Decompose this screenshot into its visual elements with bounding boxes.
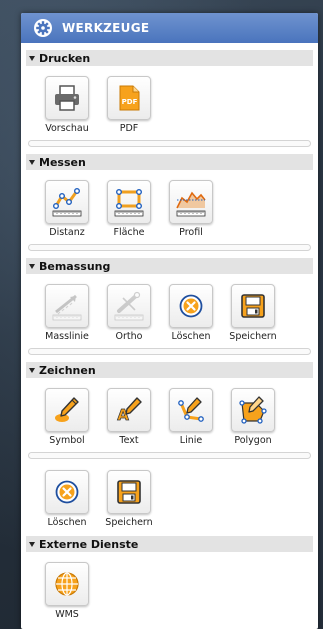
- section-header-messen[interactable]: Messen: [26, 154, 313, 170]
- area-icon: [114, 189, 144, 217]
- wms-button[interactable]: [45, 562, 89, 606]
- save-icon: [117, 480, 141, 504]
- tool-wms[interactable]: WMS: [36, 552, 98, 620]
- tool-label: Speichern: [105, 517, 153, 528]
- section-header-drucken[interactable]: Drucken: [26, 50, 313, 66]
- text-icon: A: [117, 397, 142, 424]
- symbol-button[interactable]: [45, 388, 89, 432]
- distanz-button[interactable]: [45, 180, 89, 224]
- section-divider: [28, 348, 311, 355]
- tool-label: Fläche: [113, 227, 145, 238]
- tool-label: Polygon: [234, 435, 272, 446]
- symbol-icon: [55, 397, 79, 422]
- tool-label: Ortho: [115, 331, 143, 342]
- linie-button[interactable]: [169, 388, 213, 432]
- speichern-button[interactable]: [107, 470, 151, 514]
- masslinie-button[interactable]: [45, 284, 89, 328]
- flaeche-button[interactable]: [107, 180, 151, 224]
- collapse-triangle-icon: [29, 263, 35, 269]
- delete-icon: [55, 480, 79, 504]
- collapse-triangle-icon: [29, 159, 35, 165]
- collapse-triangle-icon: [29, 55, 35, 61]
- section-divider: [28, 452, 311, 459]
- polygon-icon: [239, 396, 267, 424]
- tool-label: Distanz: [49, 227, 85, 238]
- profil-button[interactable]: [169, 180, 213, 224]
- tool-label: Speichern: [229, 331, 277, 342]
- tool-speichern[interactable]: Speichern: [222, 274, 284, 342]
- globe-icon: [55, 572, 79, 596]
- tool-label: PDF: [119, 123, 139, 134]
- section-header-externe-dienste[interactable]: Externe Dienste: [26, 536, 313, 552]
- section-header-bemassung[interactable]: Bemassung: [26, 258, 313, 274]
- tool-vorschau[interactable]: Vorschau: [36, 66, 98, 134]
- tool-label: Löschen: [47, 517, 87, 528]
- tool-masslinie[interactable]: Masslinie: [36, 274, 98, 342]
- ortho-button[interactable]: [107, 284, 151, 328]
- gear-icon: [33, 18, 53, 38]
- tool-text[interactable]: A Text: [98, 378, 160, 446]
- tool-loeschen-zeichnen[interactable]: Löschen: [36, 460, 98, 528]
- collapse-triangle-icon: [29, 541, 35, 547]
- loeschen-button[interactable]: [45, 470, 89, 514]
- tool-pdf[interactable]: PDF PDF: [98, 66, 160, 134]
- tool-symbol[interactable]: Symbol: [36, 378, 98, 446]
- pdf-button[interactable]: PDF: [107, 76, 151, 120]
- loeschen-button[interactable]: [169, 284, 213, 328]
- section-divider: [28, 244, 311, 251]
- speichern-button[interactable]: [231, 284, 275, 328]
- polygon-button[interactable]: [231, 388, 275, 432]
- tool-speichern-zeichnen[interactable]: Speichern: [98, 460, 160, 528]
- tool-label: Symbol: [49, 435, 85, 446]
- tool-label: WMS: [55, 609, 79, 620]
- section-divider: [28, 140, 311, 147]
- tool-profil[interactable]: Profil: [160, 170, 222, 238]
- panel-header: WERKZEUGE: [21, 13, 318, 43]
- svg-text:PDF: PDF: [122, 98, 138, 106]
- panel-title: WERKZEUGE: [62, 21, 150, 35]
- tool-linie[interactable]: Linie: [160, 378, 222, 446]
- ortho-icon: [114, 291, 144, 321]
- dimension-line-icon: [52, 294, 82, 321]
- tool-loeschen[interactable]: Löschen: [160, 274, 222, 342]
- tool-ortho[interactable]: Ortho: [98, 274, 160, 342]
- tool-polygon[interactable]: Polygon: [222, 378, 284, 446]
- tools-panel: WERKZEUGE Drucken Vorschau PDF PDF Messe…: [21, 13, 318, 629]
- collapse-triangle-icon: [29, 367, 35, 373]
- printer-icon: [55, 85, 79, 111]
- tool-distanz[interactable]: Distanz: [36, 170, 98, 238]
- tool-label: Linie: [179, 435, 203, 446]
- tool-flaeche[interactable]: Fläche: [98, 170, 160, 238]
- delete-icon: [179, 294, 203, 318]
- distance-icon: [52, 188, 82, 217]
- save-icon: [241, 294, 265, 318]
- tool-label: Löschen: [171, 331, 211, 342]
- pdf-icon: PDF: [119, 85, 140, 111]
- tool-label: Text: [119, 435, 139, 446]
- tool-label: Masslinie: [45, 331, 89, 342]
- line-icon: [178, 397, 204, 422]
- tool-label: Vorschau: [45, 123, 89, 134]
- vorschau-button[interactable]: [45, 76, 89, 120]
- profile-icon: [176, 191, 206, 217]
- tool-label: Profil: [179, 227, 203, 238]
- text-button[interactable]: A: [107, 388, 151, 432]
- section-header-zeichnen[interactable]: Zeichnen: [26, 362, 313, 378]
